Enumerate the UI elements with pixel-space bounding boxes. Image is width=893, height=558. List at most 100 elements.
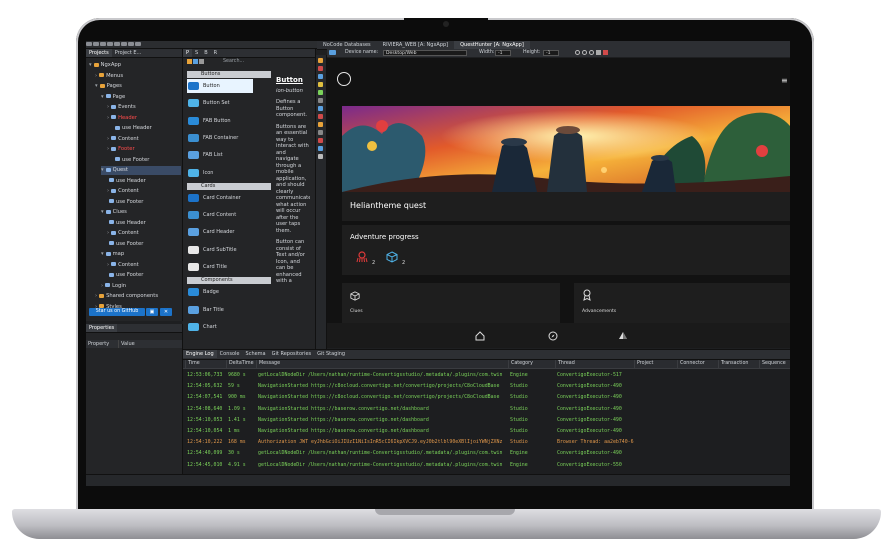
tree-item[interactable]: use Footer (113, 156, 181, 165)
compass-icon[interactable] (548, 331, 558, 341)
log-column-header[interactable]: Category (508, 360, 555, 368)
hamburger-menu-icon[interactable]: ≡ (781, 76, 788, 85)
tool-icon[interactable] (318, 106, 323, 111)
palette-item[interactable]: Card Content (187, 208, 253, 222)
tool-icon[interactable] (318, 58, 323, 63)
width-input[interactable]: -1 (495, 50, 511, 56)
new-icon[interactable] (86, 42, 92, 46)
tree-item[interactable]: ▾ Clues (101, 208, 181, 217)
log-column-header[interactable]: DeltaTime (226, 360, 256, 368)
tree-item[interactable]: ▾ NgxApp (89, 61, 181, 70)
collapse-icon[interactable]: › (107, 188, 109, 194)
tool-icon[interactable] (318, 66, 323, 71)
tree-item[interactable]: › Footer (107, 145, 181, 154)
collapse-icon[interactable]: › (95, 73, 97, 79)
quest-title-card[interactable]: Heliantheme quest (342, 192, 790, 221)
tree-item[interactable]: › Shared components (95, 292, 181, 301)
tab-projects[interactable]: Projects (86, 49, 112, 57)
tree-item[interactable]: use Footer (107, 271, 181, 280)
zoom-reset-icon[interactable] (589, 50, 594, 55)
palette-item[interactable]: Card Container (187, 191, 253, 205)
forward-icon[interactable] (135, 42, 141, 46)
app-logo-icon[interactable] (337, 72, 351, 86)
tool-icon[interactable] (318, 130, 323, 135)
log-row[interactable]: 12:54:07,541 900 ms NavigationStarted http… (183, 392, 790, 402)
tab-properties[interactable]: Properties (86, 324, 118, 332)
tree-item[interactable]: use Header (107, 177, 181, 186)
device-input[interactable]: Desktop/Web (383, 50, 467, 56)
log-column-header[interactable]: Connector (677, 360, 718, 368)
tab-git-staging[interactable]: Git Staging (314, 350, 348, 358)
tool-icon[interactable] (318, 114, 323, 119)
tree-item[interactable]: ▾ map (101, 250, 181, 259)
log-row[interactable]: 12:54:40,099 30 s getLocalDNodeDir /Users/… (183, 448, 790, 458)
screenshot-icon[interactable] (596, 50, 601, 55)
palette-section-header[interactable]: Buttons (187, 71, 271, 78)
tab-git-repositories[interactable]: Git Repositories (269, 350, 315, 358)
tab-questhunter[interactable]: QuestHunter [A: NgxApp] (454, 41, 530, 49)
palette-item[interactable]: FAB Container (187, 131, 253, 145)
log-row[interactable]: 12:53:06,733 9680 s getLocalDNodeDir /User… (183, 370, 790, 380)
palette-item[interactable]: Bar Title (187, 303, 253, 317)
collapse-icon[interactable]: › (107, 230, 109, 236)
log-column-header[interactable]: Thread (555, 360, 634, 368)
tab-nocode-databases[interactable]: NoCode Databases (317, 41, 377, 49)
search-icon[interactable] (121, 42, 127, 46)
palette-item[interactable]: Card Header (187, 225, 253, 239)
tab-r[interactable]: R (211, 49, 220, 57)
log-row[interactable]: 12:54:10,054 1 ms NavigationStarted https:… (183, 426, 790, 436)
palette-item[interactable]: Icon (187, 166, 253, 180)
palette-item[interactable]: Button (187, 79, 253, 93)
palette-search-input[interactable]: Search... (223, 59, 273, 65)
tab-engine-log[interactable]: Engine Log (183, 350, 217, 358)
expand-icon[interactable]: ▾ (101, 167, 104, 173)
debug-icon[interactable] (114, 42, 120, 46)
back-icon[interactable] (128, 42, 134, 46)
tab-project-explorer[interactable]: Project E... (112, 49, 145, 57)
tree-item[interactable]: use Header (107, 219, 181, 228)
log-column-header[interactable]: Time (185, 360, 226, 368)
collapse-icon[interactable]: › (107, 115, 109, 121)
tool-icon[interactable] (318, 138, 323, 143)
github-icon[interactable]: ▣ (146, 308, 158, 316)
tree-item[interactable]: › Login (101, 282, 181, 291)
tab-b[interactable]: B (201, 49, 210, 57)
tree-item[interactable]: › Content (107, 261, 181, 270)
tab-console[interactable]: Console (217, 350, 243, 358)
star-icon[interactable] (199, 59, 204, 64)
palette-filter-icons[interactable] (187, 59, 217, 65)
zoom-out-icon[interactable] (582, 50, 587, 55)
tool-icon[interactable] (318, 146, 323, 151)
collapse-icon[interactable]: › (107, 146, 109, 152)
palette-item[interactable]: FAB List (187, 148, 253, 162)
tab-schema[interactable]: Schema (243, 350, 269, 358)
collapse-icon[interactable]: › (107, 136, 109, 142)
refresh-icon[interactable] (329, 50, 336, 55)
grid-icon[interactable] (193, 59, 198, 64)
collapse-icon[interactable]: › (107, 104, 109, 110)
log-row[interactable]: 12:54:10,053 1.41 s NavigationStarted http… (183, 415, 790, 425)
log-column-header[interactable]: Sequence (759, 360, 790, 368)
clues-card[interactable]: Clues (342, 283, 560, 323)
home-icon[interactable] (475, 331, 485, 341)
tree-item[interactable]: › Content (107, 187, 181, 196)
palette-item[interactable]: Card SubTitle (187, 243, 253, 257)
expand-icon[interactable]: ▾ (101, 209, 104, 215)
close-icon[interactable]: ✕ (160, 308, 172, 316)
tab-palette[interactable]: P (183, 49, 193, 57)
tree-item[interactable]: › Menus (95, 72, 181, 81)
tree-item[interactable]: use Footer (107, 198, 181, 207)
log-row[interactable]: 12:54:45,010 4.91 s getLocalDNodeDir /User… (183, 460, 790, 470)
expand-icon[interactable]: ▾ (101, 251, 104, 257)
tree-item[interactable]: ▾ Pages (95, 82, 181, 91)
tree-item[interactable]: › Header (107, 114, 181, 123)
filter-icon[interactable] (187, 59, 192, 64)
map-icon[interactable] (618, 331, 628, 341)
tab-s[interactable]: S (192, 49, 201, 57)
palette-section-header[interactable]: Cards (187, 182, 271, 190)
tree-item[interactable]: › Content (107, 229, 181, 238)
tree-item[interactable]: use Footer (107, 240, 181, 249)
log-row[interactable]: 12:54:08,640 1.09 s NavigationStarted http… (183, 404, 790, 414)
expand-icon[interactable]: ▾ (95, 83, 98, 89)
tree-item[interactable]: › Events (107, 103, 181, 112)
